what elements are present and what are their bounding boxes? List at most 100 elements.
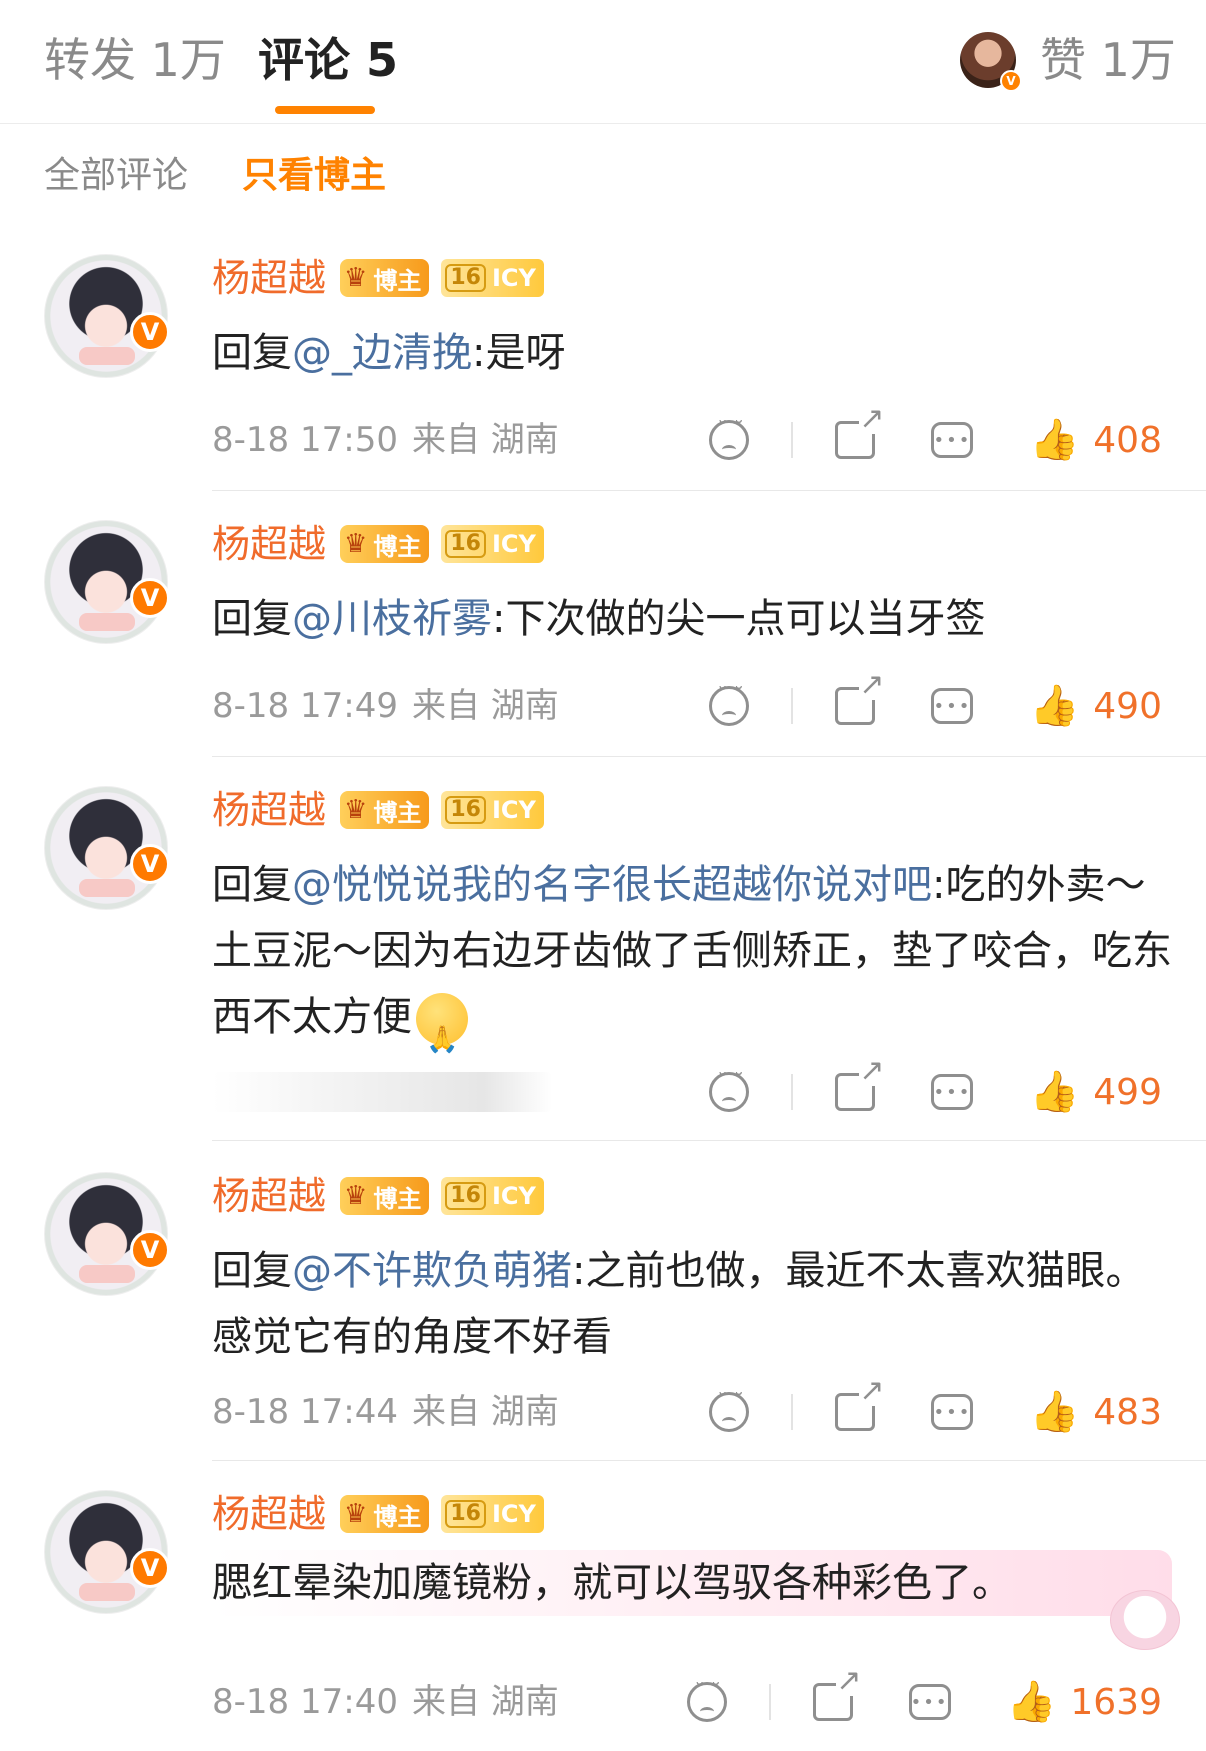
tab-comments[interactable]: 评论 5 (258, 30, 398, 90)
comment-actions: ••• 👍 1639 (686, 1666, 1162, 1732)
thumbs-up-icon: 👍 (1029, 1069, 1080, 1115)
comment-text: 回复@川枝祈雾:下次做的尖一点可以当牙签 (212, 596, 986, 642)
username[interactable]: 杨超越 (212, 520, 326, 568)
sad-face-icon[interactable] (709, 683, 750, 726)
like-button[interactable]: 👍 408 (1029, 418, 1162, 462)
comment-time: 8-18 17:40 (212, 1682, 398, 1722)
thumbs-up-icon: 👍 (1006, 1679, 1057, 1725)
crown-icon: ♛ (344, 1499, 368, 1529)
action-divider (791, 422, 794, 458)
comment-text: 回复@悦悦说我的名字很长超越你说对吧:吃的外卖～土豆泥～因为右边牙齿做了舌侧矫正… (212, 852, 1172, 1073)
op-badge: ♛ 博主 (340, 1177, 430, 1215)
comment-time: 8-18 17:44 (212, 1392, 398, 1432)
comment-meta: 8-18 17:44 来自 湖南 (212, 1390, 559, 1434)
comment-location: 来自 湖南 (411, 1682, 559, 1722)
share-icon[interactable] (835, 670, 885, 725)
comment-text: 腮红晕染加魔镜粉，就可以驾驭各种彩色了。 (212, 1560, 1012, 1606)
username[interactable]: 杨超越 (212, 1172, 326, 1220)
comment-time: 8-18 17:49 (212, 686, 398, 726)
action-divider (791, 1074, 794, 1110)
thumbs-up-icon: 👍 (1029, 1389, 1080, 1435)
comment-tab-bar: 转发 1万 评论 5 V 赞 1万 (0, 0, 1206, 124)
mention-link[interactable]: @_边清挽 (292, 330, 472, 376)
comment-time: 8-18 17:50 (212, 420, 398, 460)
verified-v-icon: V (130, 1230, 170, 1270)
comment-header: 杨超越 ♛ 博主 16 ICY (212, 1172, 544, 1220)
crown-icon: ♛ (344, 1181, 368, 1211)
share-icon[interactable] (835, 1056, 885, 1111)
username[interactable]: 杨超越 (212, 1490, 326, 1538)
op-badge: ♛ 博主 (340, 525, 430, 563)
like-button[interactable]: 👍 490 (1029, 684, 1162, 728)
like-count: 483 (1093, 1391, 1162, 1433)
comment-actions: ••• 👍 408 (709, 404, 1162, 470)
verified-v-icon: V (130, 844, 170, 884)
sheep-sticker-icon (1110, 1590, 1180, 1650)
sad-face-icon[interactable] (709, 1389, 750, 1432)
sad-face-icon[interactable] (709, 417, 750, 460)
blurred-meta (212, 1072, 552, 1112)
comment-meta: 8-18 17:49 来自 湖南 (212, 684, 559, 728)
crown-icon: ♛ (344, 529, 368, 559)
comment-bubble-icon[interactable]: ••• (931, 1394, 974, 1430)
verified-v-icon: V (130, 1548, 170, 1588)
filter-op-only[interactable]: 只看博主 (242, 152, 386, 200)
crown-icon: ♛ (344, 795, 368, 825)
verified-badge-icon: V (1000, 70, 1022, 92)
comment-divider (212, 490, 1206, 491)
action-divider (768, 1684, 771, 1720)
comment-divider (212, 1460, 1206, 1461)
comment-meta: 8-18 17:50 来自 湖南 (212, 418, 559, 462)
thumbs-up-icon: 👍 (1029, 683, 1080, 729)
comment-actions: ••• 👍 490 (709, 670, 1162, 736)
share-icon[interactable] (835, 404, 885, 459)
comment-bubble-icon[interactable]: ••• (908, 1684, 951, 1720)
mention-link[interactable]: @川枝祈雾 (292, 596, 492, 642)
tab-likes[interactable]: 赞 1万 (1040, 30, 1176, 90)
verified-v-icon: V (130, 312, 170, 352)
verified-v-icon: V (130, 578, 170, 618)
fan-level-badge: 16 ICY (441, 791, 544, 829)
like-count: 408 (1093, 419, 1162, 461)
comment-actions: ••• 👍 499 (709, 1056, 1162, 1122)
tab-reposts[interactable]: 转发 1万 (44, 30, 226, 90)
comment-location: 来自 湖南 (411, 420, 559, 460)
comment-text: 回复@不许欺负萌猪:之前也做，最近不太喜欢猫眼。感觉它有的角度不好看 (212, 1248, 1146, 1360)
share-icon[interactable] (812, 1666, 862, 1721)
like-count: 490 (1093, 685, 1162, 727)
comment-actions: ••• 👍 483 (709, 1376, 1162, 1442)
comment-header: 杨超越 ♛ 博主 16 ICY (212, 254, 544, 302)
username[interactable]: 杨超越 (212, 786, 326, 834)
username[interactable]: 杨超越 (212, 254, 326, 302)
op-badge: ♛ 博主 (340, 1495, 430, 1533)
comment-bubble-icon[interactable]: ••• (931, 1074, 974, 1110)
fan-level-badge: 16 ICY (441, 1495, 544, 1533)
comment-bubble-icon[interactable]: ••• (931, 688, 974, 724)
comment-location: 来自 湖南 (411, 686, 559, 726)
action-divider (791, 1394, 794, 1430)
op-badge: ♛ 博主 (340, 259, 430, 297)
fan-level-badge: 16 ICY (441, 525, 544, 563)
comment-header: 杨超越 ♛ 博主 16 ICY (212, 1490, 544, 1538)
comment-meta: 8-18 17:40 来自 湖南 (212, 1680, 559, 1724)
action-divider (791, 688, 794, 724)
comment-divider (212, 1140, 1206, 1141)
comment-header: 杨超越 ♛ 博主 16 ICY (212, 520, 544, 568)
crown-icon: ♛ (344, 263, 368, 293)
mention-link[interactable]: @悦悦说我的名字很长超越你说对吧 (292, 862, 932, 908)
op-badge: ♛ 博主 (340, 791, 430, 829)
comment-header: 杨超越 ♛ 博主 16 ICY (212, 786, 544, 834)
fan-level-badge: 16 ICY (441, 259, 544, 297)
mention-link[interactable]: @不许欺负萌猪 (292, 1248, 572, 1294)
share-icon[interactable] (835, 1376, 885, 1431)
comment-location: 来自 湖南 (411, 1392, 559, 1432)
comment-bubble-icon[interactable]: ••• (931, 422, 974, 458)
like-count: 499 (1093, 1071, 1162, 1113)
sad-face-icon[interactable] (709, 1069, 750, 1112)
like-count: 1639 (1070, 1681, 1162, 1723)
sad-face-icon[interactable] (686, 1679, 727, 1722)
like-button[interactable]: 👍 499 (1029, 1070, 1162, 1114)
filter-all-comments[interactable]: 全部评论 (44, 152, 188, 200)
like-button[interactable]: 👍 483 (1029, 1390, 1162, 1434)
like-button[interactable]: 👍 1639 (1007, 1680, 1162, 1724)
